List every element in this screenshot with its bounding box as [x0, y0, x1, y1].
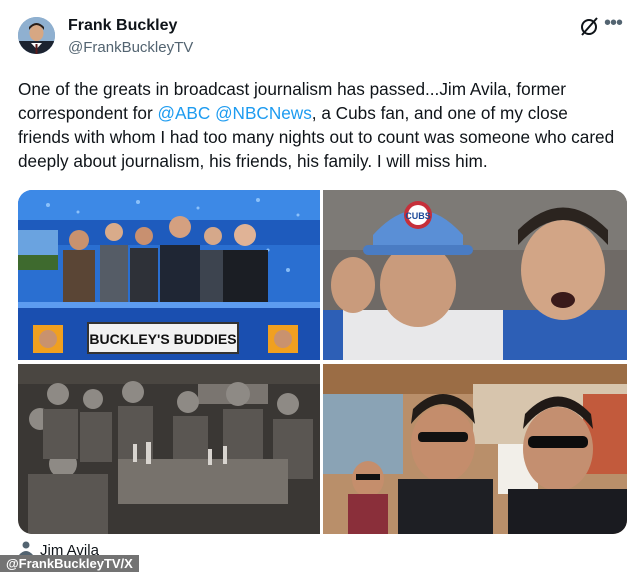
photo-dinner[interactable]	[18, 364, 320, 534]
mention-nbcnews[interactable]: @NBCNews	[215, 103, 312, 123]
studio-sign-text: BUCKLEY'S BUDDIES	[89, 331, 236, 347]
more-icon[interactable]: •••	[604, 12, 623, 35]
cubs-logo-text: CUBS	[405, 211, 431, 221]
photo-studio[interactable]: BUCKLEY'S BUDDIES	[18, 190, 320, 360]
author-handle[interactable]: @FrankBuckleyTV	[68, 39, 193, 56]
author-name[interactable]: Frank Buckley	[68, 17, 177, 35]
mention-abc[interactable]: @ABC	[158, 103, 211, 123]
post-text: One of the greats in broadcast journalis…	[18, 77, 618, 173]
image-credit: @FrankBuckleyTV/X	[0, 555, 139, 572]
grok-icon[interactable]	[576, 14, 602, 40]
photo-grid: BUCKLEY'S BUDDIES CUBS	[18, 190, 627, 534]
photo-street-selfie[interactable]	[323, 364, 627, 534]
avatar[interactable]	[18, 17, 55, 54]
photo-cubs-selfie[interactable]: CUBS	[323, 190, 627, 360]
